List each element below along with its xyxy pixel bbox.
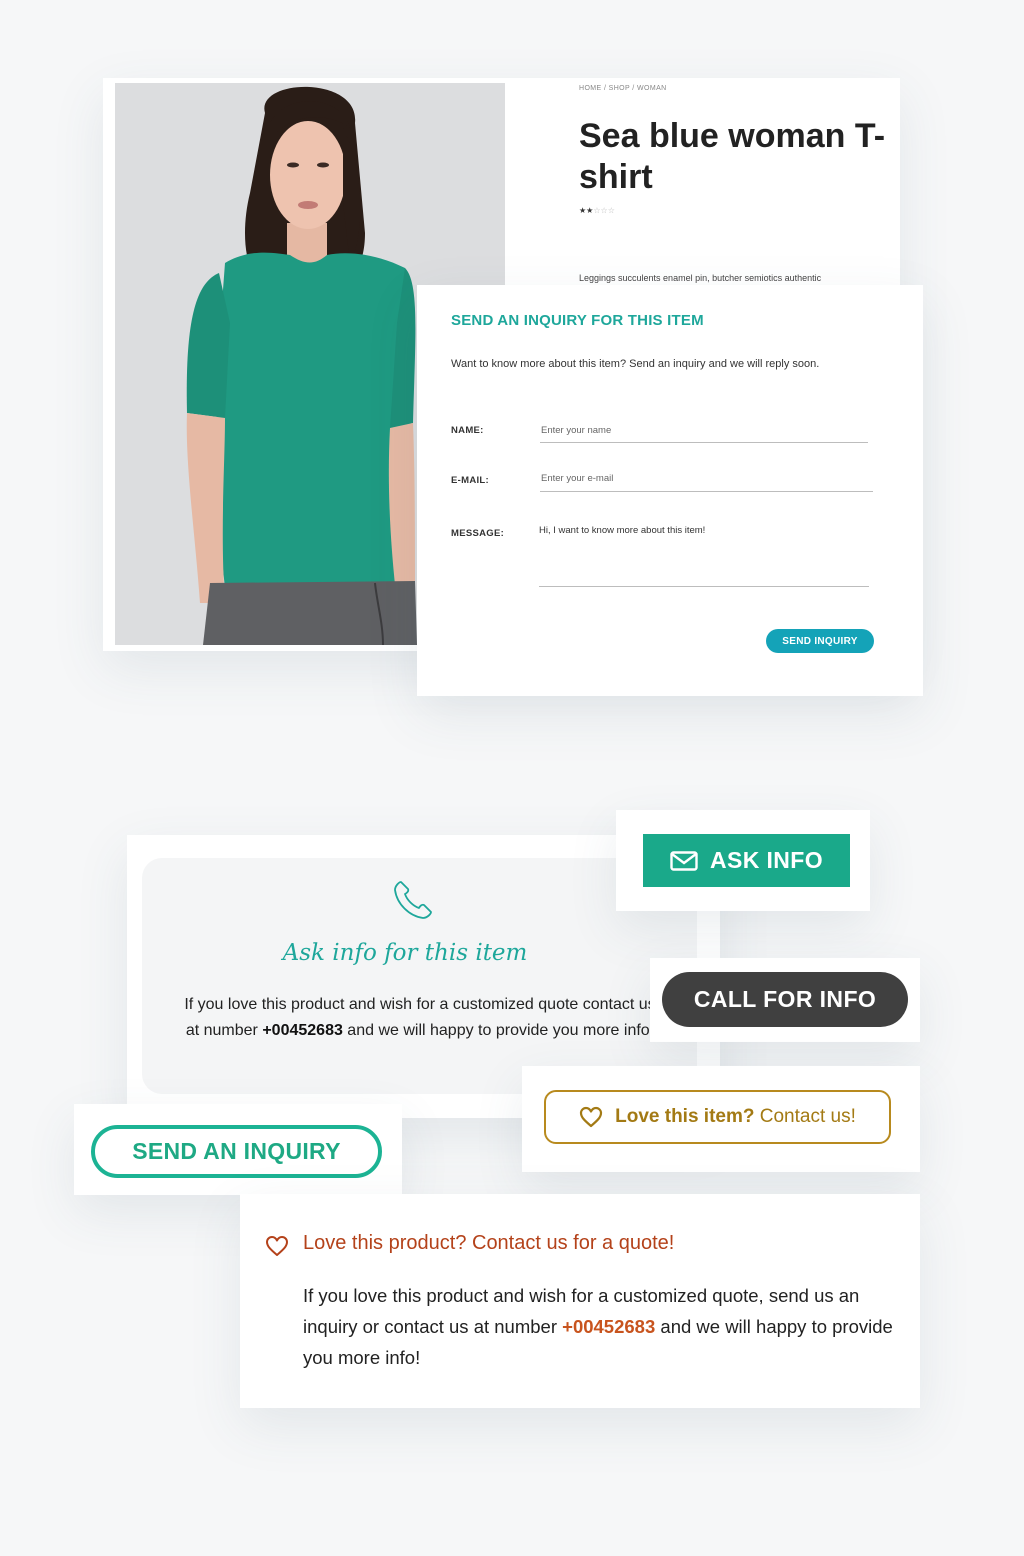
email-input[interactable] (540, 472, 873, 492)
star-rating: ★★☆☆☆ (579, 206, 615, 215)
call-for-info-button[interactable]: CALL FOR INFO (662, 972, 908, 1027)
heart-icon (580, 1106, 603, 1128)
love-item-strong: Love this item? (615, 1106, 755, 1127)
quote-text: If you love this product and wish for a … (303, 1280, 903, 1373)
mail-icon (670, 850, 698, 871)
breadcrumb[interactable]: HOME / SHOP / WOMAN (579, 85, 667, 92)
product-description: Leggings succulents enamel pin, butcher … (579, 273, 822, 283)
ask-info-text-after: and we will happy to provide you more in… (342, 1022, 655, 1039)
inquiry-form: SEND AN INQUIRY FOR THIS ITEM Want to kn… (417, 285, 923, 696)
ask-info-label: ASK INFO (709, 847, 824, 873)
quote-title[interactable]: Love this product? Contact us for a quot… (303, 1232, 674, 1255)
form-title: SEND AN INQUIRY FOR THIS ITEM (451, 312, 704, 329)
name-label: NAME: (451, 425, 484, 436)
love-item-label: Love this item? Contact us! (615, 1106, 856, 1128)
quote-phone[interactable]: +00452683 (562, 1316, 655, 1337)
name-input[interactable] (540, 424, 868, 443)
message-label: MESSAGE: (451, 528, 505, 539)
ask-info-text: If you love this product and wish for a … (180, 992, 660, 1044)
ask-info-button[interactable]: ASK INFO (643, 834, 850, 887)
form-intro: Want to know more about this item? Send … (451, 358, 820, 370)
send-an-inquiry-button[interactable]: SEND AN INQUIRY (91, 1125, 382, 1178)
message-textarea[interactable] (539, 525, 869, 587)
ask-info-phone[interactable]: +00452683 (262, 1022, 343, 1039)
phone-icon (391, 878, 435, 922)
product-title: Sea blue woman T-shirt (579, 117, 886, 196)
ask-info-title: Ask info for this item (282, 940, 528, 966)
email-label: E-MAIL: (451, 475, 489, 486)
love-item-button[interactable]: Love this item? Contact us! (544, 1090, 891, 1144)
heart-icon (266, 1236, 288, 1256)
love-item-rest: Contact us! (754, 1106, 856, 1127)
send-inquiry-button[interactable]: SEND INQUIRY (766, 629, 874, 653)
